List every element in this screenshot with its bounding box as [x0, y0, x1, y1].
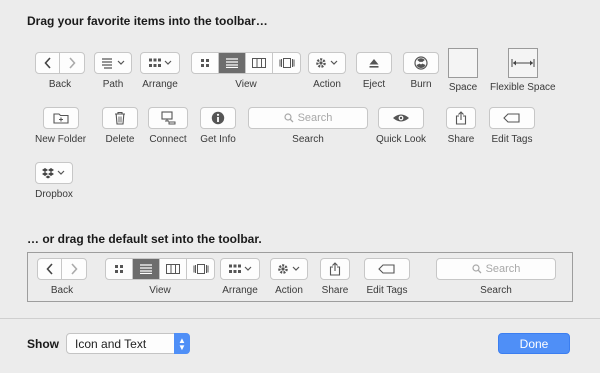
path-icon	[94, 52, 132, 74]
toolbar-item-flexible-space[interactable]: Flexible Space	[490, 48, 556, 94]
default-item-back[interactable]: Back	[37, 258, 87, 297]
trash-icon	[102, 107, 138, 129]
toolbar-item-arrange[interactable]: Arrange	[140, 52, 180, 91]
toolbar-item-burn[interactable]: Burn	[403, 52, 439, 91]
search-placeholder: Search	[297, 112, 333, 124]
burn-label: Burn	[410, 79, 432, 90]
gear-icon	[270, 258, 308, 280]
toolbar-item-delete[interactable]: Delete	[102, 107, 138, 146]
toolbar-item-get-info[interactable]: Get Info	[200, 107, 236, 146]
search-field[interactable]: Search	[248, 107, 368, 129]
default-item-action[interactable]: Action	[270, 258, 308, 297]
column-view-icon	[160, 259, 187, 279]
default-item-view[interactable]: View	[105, 258, 215, 297]
cover-flow-view-icon	[273, 53, 300, 73]
delete-label: Delete	[105, 134, 135, 145]
list-view-icon	[219, 53, 246, 73]
arrange-icon	[140, 52, 180, 74]
show-label: Show	[27, 337, 59, 351]
toolbar-item-new-folder[interactable]: New Folder	[35, 107, 86, 146]
edit-tags-label: Edit Tags	[491, 134, 533, 145]
toolbar-item-quick-look[interactable]: Quick Look	[376, 107, 426, 146]
toolbar-item-dropbox[interactable]: Dropbox	[35, 162, 73, 201]
default-item-share[interactable]: Share	[320, 258, 350, 297]
show-select-value: Icon and Text	[75, 336, 147, 351]
arrange-label: Arrange	[142, 79, 178, 90]
toolbar-item-connect[interactable]: Connect	[148, 107, 188, 146]
default-item-search[interactable]: Search Search	[436, 258, 556, 297]
search-icon	[283, 113, 294, 123]
default-edit-tags-label: Edit Tags	[366, 285, 408, 296]
search-label: Search	[292, 134, 324, 145]
share-label: Share	[447, 134, 475, 145]
toolbar-item-action[interactable]: Action	[308, 52, 346, 91]
toolbar-item-edit-tags[interactable]: Edit Tags	[489, 107, 535, 146]
path-label: Path	[102, 79, 124, 90]
new-folder-label: New Folder	[35, 134, 87, 145]
show-select[interactable]: Icon and Text ▲ ▼	[66, 333, 190, 354]
chevron-left-icon	[38, 259, 62, 279]
share-icon	[446, 107, 476, 129]
done-button[interactable]: Done	[498, 333, 570, 354]
quick-look-label: Quick Look	[376, 134, 427, 145]
view-label: View	[235, 79, 257, 90]
flexible-space-label: Flexible Space	[490, 82, 556, 93]
flexible-space-icon	[507, 48, 538, 78]
eye-icon	[378, 107, 425, 129]
default-view-label: View	[149, 285, 171, 296]
default-arrange-label: Arrange	[222, 285, 258, 296]
toolbar-item-search[interactable]: Search Search	[248, 107, 368, 146]
dropbox-label: Dropbox	[35, 189, 73, 200]
toolbar-item-eject[interactable]: Eject	[356, 52, 392, 91]
space-icon	[448, 48, 478, 78]
default-action-label: Action	[275, 285, 303, 296]
toolbar-item-back[interactable]: Back	[35, 52, 85, 91]
default-item-arrange[interactable]: Arrange	[220, 258, 260, 297]
connect-label: Connect	[149, 134, 187, 145]
footer-divider	[0, 318, 600, 319]
chevron-left-icon	[36, 53, 60, 73]
default-share-label: Share	[321, 285, 349, 296]
select-arrows-icon: ▲ ▼	[174, 333, 190, 354]
eject-icon	[356, 52, 392, 74]
back-label: Back	[48, 79, 72, 90]
connect-icon	[148, 107, 188, 129]
cover-flow-view-icon	[187, 259, 214, 279]
burn-icon	[403, 52, 439, 74]
chevron-right-icon	[62, 259, 86, 279]
icon-view-icon	[192, 53, 219, 73]
drag-favorites-title: Drag your favorite items into the toolba…	[27, 14, 268, 28]
get-info-label: Get Info	[200, 134, 236, 145]
info-icon	[200, 107, 236, 129]
icon-view-icon	[106, 259, 133, 279]
default-set-title: … or drag the default set into the toolb…	[27, 232, 262, 246]
space-label: Space	[448, 82, 478, 93]
action-label: Action	[313, 79, 341, 90]
new-folder-icon	[42, 107, 79, 129]
arrange-icon	[220, 258, 260, 280]
toolbar-item-path[interactable]: Path	[94, 52, 132, 91]
dropbox-icon	[35, 162, 73, 184]
toolbar-item-share[interactable]: Share	[446, 107, 476, 146]
eject-label: Eject	[362, 79, 386, 90]
chevron-right-icon	[60, 53, 84, 73]
default-toolbar-set[interactable]: Back View Arrange Action Share Edit Tags…	[27, 252, 573, 302]
default-item-edit-tags[interactable]: Edit Tags	[364, 258, 410, 297]
search-icon	[471, 264, 482, 274]
list-view-icon	[133, 259, 160, 279]
toolbar-item-space[interactable]: Space	[448, 48, 478, 94]
default-search-field[interactable]: Search	[436, 258, 556, 280]
column-view-icon	[246, 53, 273, 73]
share-icon	[320, 258, 350, 280]
toolbar-item-view[interactable]: View	[191, 52, 301, 91]
default-search-placeholder: Search	[485, 263, 521, 275]
default-back-label: Back	[50, 285, 74, 296]
default-search-label: Search	[480, 285, 512, 296]
tag-icon	[364, 258, 410, 280]
tag-icon	[489, 107, 535, 129]
gear-icon	[308, 52, 346, 74]
